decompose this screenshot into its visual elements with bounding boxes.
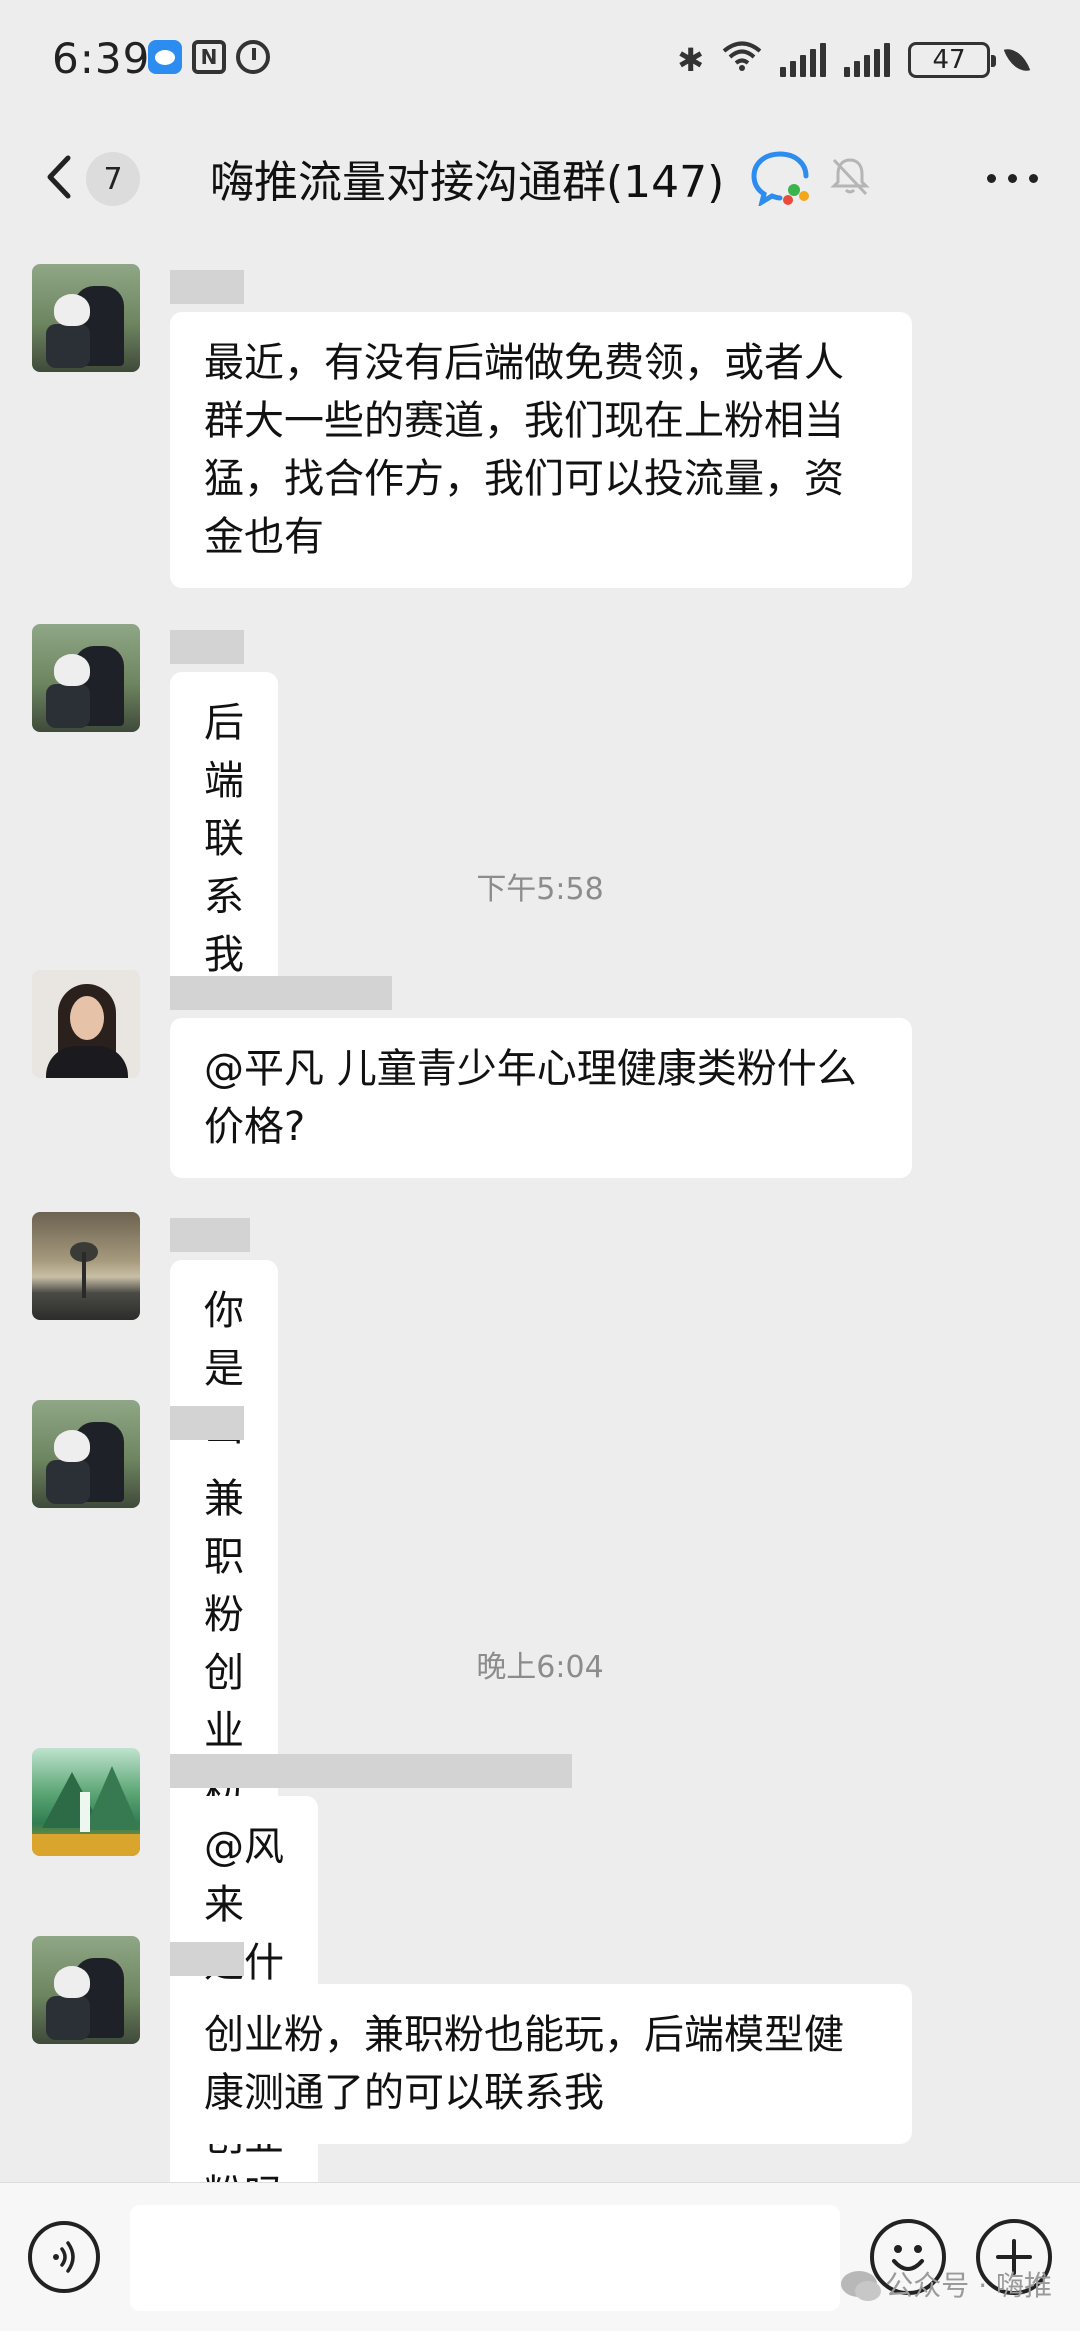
sender-name-redacted <box>170 1406 244 1440</box>
wechat-icon <box>841 2271 882 2301</box>
signal-icon <box>780 43 826 77</box>
voice-input-button[interactable] <box>28 2221 100 2293</box>
sender-name-redacted <box>170 1754 572 1788</box>
avatar[interactable] <box>32 970 140 1078</box>
bluetooth-icon: ✱ <box>677 41 704 79</box>
nfc-icon: N <box>192 40 226 74</box>
battery-level: 47 <box>932 45 966 75</box>
avatar[interactable] <box>32 264 140 372</box>
status-time: 6:39 <box>52 34 151 83</box>
message-bubble[interactable]: 最近，有没有后端做免费领，或者人群大一些的赛道，我们现在上粉相当猛，找合作方，我… <box>170 312 912 588</box>
unread-count-badge[interactable]: 7 <box>86 152 140 206</box>
chat-header: 7 嗨推流量对接沟通群(147) <box>0 124 1080 228</box>
message-app-icon <box>148 40 182 74</box>
more-options-icon[interactable] <box>987 174 1038 183</box>
sender-name-redacted <box>170 1942 244 1976</box>
avatar[interactable] <box>32 1936 140 2044</box>
signal-icon-2 <box>844 43 890 77</box>
back-arrow-icon[interactable] <box>40 152 80 202</box>
chat-title: 嗨推流量对接沟通群(147) <box>210 157 725 208</box>
notification-icons: N <box>148 40 270 74</box>
avatar[interactable] <box>32 1748 140 1856</box>
message-bubble[interactable]: 后端联系我 <box>170 672 278 1006</box>
sender-name-redacted <box>170 976 392 1010</box>
message-bubble[interactable]: 创业粉，兼职粉也能玩，后端模型健康测通了的可以联系我 <box>170 1984 912 2144</box>
message-bubble[interactable]: @平凡 儿童青少年心理健康类粉什么价格? <box>170 1018 912 1178</box>
sender-name-redacted <box>170 630 244 664</box>
watermark-text: 公众号 · 嗨推 <box>885 2269 1052 2302</box>
wifi-icon <box>722 40 762 80</box>
sender-name-redacted <box>170 270 244 304</box>
status-bar: 6:39 N ✱ 47 <box>0 0 1080 124</box>
timestamp: 晚上6:04 <box>476 1650 604 1685</box>
timestamp: 下午5:58 <box>476 872 604 907</box>
alarm-icon <box>236 40 270 74</box>
watermark: 公众号 · 嗨推 <box>841 2264 1052 2304</box>
leaf-icon <box>1003 43 1031 77</box>
avatar[interactable] <box>32 1400 140 1508</box>
mute-bell-icon <box>830 158 870 196</box>
group-chat-icon <box>751 151 809 206</box>
voice-icon <box>53 2241 75 2273</box>
sender-name-redacted <box>170 1218 250 1252</box>
avatar[interactable] <box>32 1212 140 1320</box>
system-icons: ✱ 47 <box>677 40 1031 80</box>
input-bar <box>0 2182 1080 2331</box>
avatar[interactable] <box>32 624 140 732</box>
battery-icon: 47 <box>908 42 996 78</box>
message-input[interactable] <box>130 2205 840 2311</box>
